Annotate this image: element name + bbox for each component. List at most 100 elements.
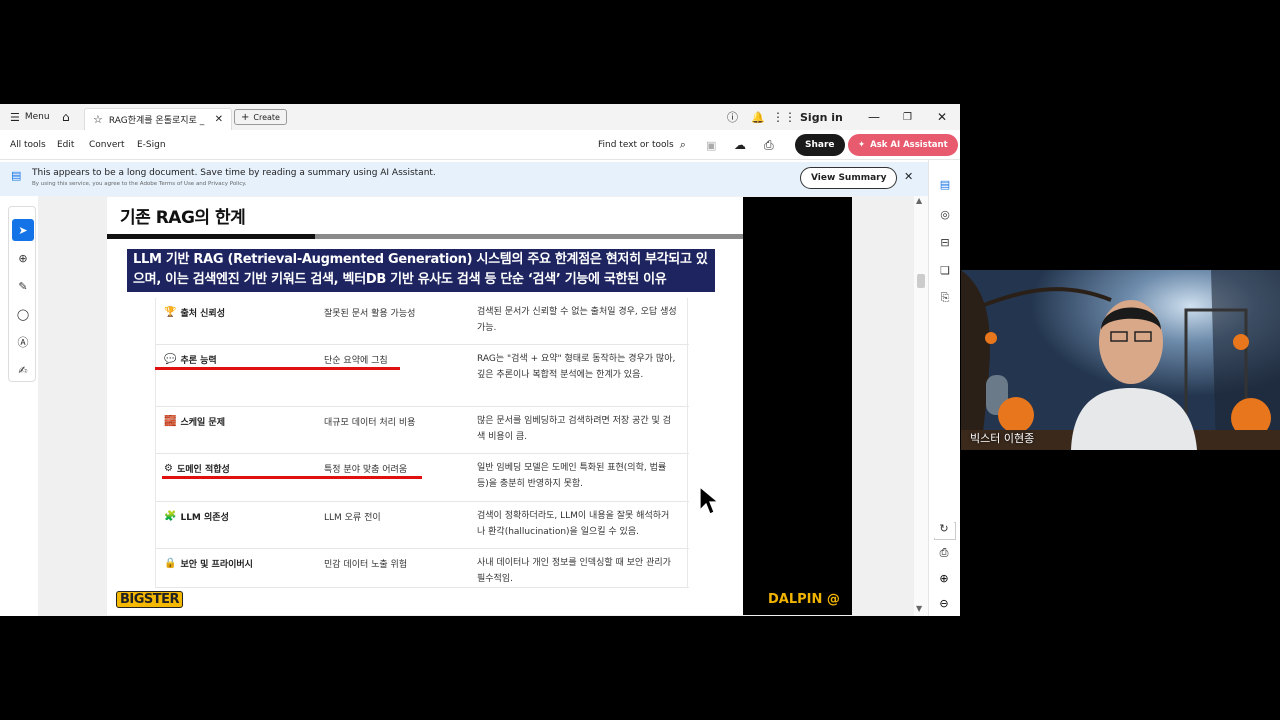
category-text: 추론 능력 [180, 356, 217, 366]
apps-grid-icon[interactable]: ⋮⋮ [772, 104, 796, 130]
share-button[interactable]: Share [795, 134, 845, 156]
zoom-out-icon[interactable]: ⊖ [934, 593, 954, 613]
limitations-table: 🏆 출처 신뢰성 잘못된 문서 활용 가능성 검색된 문서가 신뢰할 수 없는 출… [155, 298, 689, 588]
restore-icon[interactable]: ❐ [903, 104, 912, 130]
category-text: 도메인 적합성 [176, 465, 230, 475]
red-underline [162, 476, 422, 479]
brick-icon: 🧱 [164, 416, 177, 427]
banner-fine-print: By using this service, you agree to the … [32, 181, 247, 187]
minimize-icon[interactable]: — [868, 104, 880, 130]
table-row: 💬 추론 능력 단순 요약에 그침 RAG는 "검색 + 요약" 형태로 동작하는… [156, 345, 689, 407]
ai-label: Ask AI Assistant [870, 140, 948, 150]
webcam-feed [961, 270, 1280, 450]
text-box-icon[interactable]: Ⓐ [12, 331, 34, 353]
pages-thumbnails-icon[interactable]: ❏ [935, 260, 955, 280]
row-issue: 단순 요약에 그침 [324, 356, 388, 366]
comment-icon[interactable]: ⊕ [12, 247, 34, 269]
row-issue: 특정 분야 맞춤 어려움 [324, 465, 408, 475]
title-bar: ☰ Menu ⌂ ☆ RAG한계를 온톨로지로 _ ✕ + Create ⓘ 🔔… [0, 104, 960, 130]
title-rule-gray [315, 234, 743, 239]
search-icon: ⌕ [679, 138, 686, 151]
view-summary-button[interactable]: View Summary [800, 167, 898, 189]
bigster-logo: BIGSTER [116, 591, 184, 608]
plus-icon: + [241, 111, 250, 123]
quick-tools: ➤ ⊕ ✎ ◯ Ⓐ ✍ [8, 206, 36, 382]
ai-assistant-panel-icon[interactable]: ▤ [935, 174, 955, 194]
dalpin-logo-text: DALPIN [768, 592, 823, 607]
category-text: 보안 및 프라이버시 [180, 560, 253, 570]
close-banner-icon[interactable]: ✕ [904, 170, 913, 183]
row-issue: 잘못된 문서 활용 가능성 [324, 309, 416, 319]
row-description: RAG는 "검색 + 요약" 형태로 동작하는 경우가 많아, 깊은 추론이나 … [477, 354, 676, 380]
hamburger-icon: ☰ [10, 110, 20, 124]
mouse-cursor-icon [699, 486, 719, 515]
category-text: LLM 의존성 [180, 513, 229, 523]
bell-icon[interactable]: 🔔 [751, 104, 765, 130]
upload-cloud-icon[interactable]: ☁ [734, 130, 746, 160]
main-toolbar: All tools Edit Convert E-Sign Find text … [0, 130, 960, 160]
ask-ai-assistant-button[interactable]: ✦ Ask AI Assistant [848, 134, 958, 156]
zoom-in-icon[interactable]: ⊕ [934, 568, 954, 588]
convert-tab[interactable]: Convert [89, 130, 125, 160]
menu-button[interactable]: ☰ Menu [10, 104, 50, 130]
lock-icon: 🔒 [164, 558, 177, 569]
document-tab[interactable]: ☆ RAG한계를 온톨로지로 _ ✕ [84, 108, 232, 130]
slide-title: 기존 RAG의 한계 [120, 208, 246, 228]
sign-icon[interactable]: ✍ [12, 359, 34, 381]
red-underline [155, 367, 400, 370]
speech-bubble-icon: 💬 [164, 354, 177, 365]
draw-lasso-icon[interactable]: ◯ [12, 303, 34, 325]
dalpin-at-icon: @ [826, 592, 840, 607]
row-issue: 민감 데이터 노출 위험 [324, 560, 408, 570]
vertical-scrollbar[interactable]: ▲ ▼ [914, 196, 928, 616]
close-tab-icon[interactable]: ✕ [215, 114, 223, 125]
find-tools-button[interactable]: Find text or tools ⌕ [598, 130, 686, 160]
row-issue: LLM 오류 전이 [324, 513, 381, 523]
table-row: 🔒 보안 및 프라이버시 민감 데이터 노출 위험 사내 데이터나 개인 정보를 … [156, 549, 689, 588]
slide-headline: LLM 기반 RAG (Retrieval-Augmented Generati… [127, 249, 715, 292]
create-button[interactable]: + Create [234, 109, 287, 125]
row-category: 💬 추론 능력 [164, 353, 217, 366]
scroll-down-arrow-icon[interactable]: ▼ [916, 604, 922, 613]
ai-summary-banner: ▤ This appears to be a long document. Sa… [0, 162, 928, 196]
comments-panel-icon[interactable]: ◎ [935, 204, 955, 224]
row-description: 많은 문서를 임베딩하고 검색하려면 저장 공간 및 검색 비용이 큼. [477, 416, 671, 442]
table-row: 🧱 스케일 문제 대규모 데이터 처리 비용 많은 문서를 임베딩하고 검색하려면… [156, 407, 689, 454]
extract-page-icon[interactable]: ⎙ [934, 543, 954, 563]
home-icon[interactable]: ⌂ [62, 104, 70, 130]
gear-icon: ⚙ [164, 463, 173, 474]
puzzle-icon: 🧩 [164, 511, 177, 522]
category-text: 출처 신뢰성 [180, 309, 225, 319]
save-icon[interactable]: ▣ [706, 130, 716, 160]
row-description: 일반 임베딩 모델은 도메인 특화된 표현(의학, 법률 등)을 충분히 반영하… [477, 463, 667, 489]
rotate-icon[interactable]: ↻ [934, 518, 954, 538]
ai-summary-icon: ▤ [11, 169, 22, 182]
close-window-icon[interactable]: ✕ [937, 104, 947, 130]
row-category: 🧩 LLM 의존성 [164, 510, 229, 523]
row-description: 검색이 정확하더라도, LLM이 내용을 잘못 해석하거나 환각(halluci… [477, 511, 670, 537]
help-icon[interactable]: ⓘ [727, 104, 738, 130]
row-category: 🔒 보안 및 프라이버시 [164, 557, 253, 570]
highlight-pen-icon[interactable]: ✎ [12, 275, 34, 297]
table-row: 🏆 출처 신뢰성 잘못된 문서 활용 가능성 검색된 문서가 신뢰할 수 없는 출… [156, 298, 689, 345]
star-icon[interactable]: ☆ [93, 113, 103, 126]
print-icon[interactable]: ⎙ [764, 130, 774, 160]
scroll-up-arrow-icon[interactable]: ▲ [916, 196, 922, 205]
scroll-thumb[interactable] [917, 274, 925, 288]
edit-tab[interactable]: Edit [57, 130, 74, 160]
category-text: 스케일 문제 [180, 418, 225, 428]
attachments-icon[interactable]: ⎘ [935, 288, 955, 308]
menu-label: Menu [24, 112, 50, 122]
select-cursor-icon[interactable]: ➤ [12, 219, 34, 241]
all-tools-tab[interactable]: All tools [10, 130, 46, 160]
esign-tab[interactable]: E-Sign [137, 130, 166, 160]
bookmarks-icon[interactable]: ⊟ [935, 232, 955, 252]
row-issue: 대규모 데이터 처리 비용 [324, 418, 416, 428]
sign-in-link[interactable]: Sign in [800, 104, 843, 130]
row-category: ⚙ 도메인 적합성 [164, 462, 230, 475]
trophy-icon: 🏆 [164, 307, 177, 318]
tab-label: RAG한계를 온톨로지로 _ [108, 116, 205, 126]
banner-message: This appears to be a long document. Save… [32, 168, 436, 178]
row-category: 🏆 출처 신뢰성 [164, 306, 225, 319]
ai-assistant-icon: ✦ [858, 140, 866, 150]
